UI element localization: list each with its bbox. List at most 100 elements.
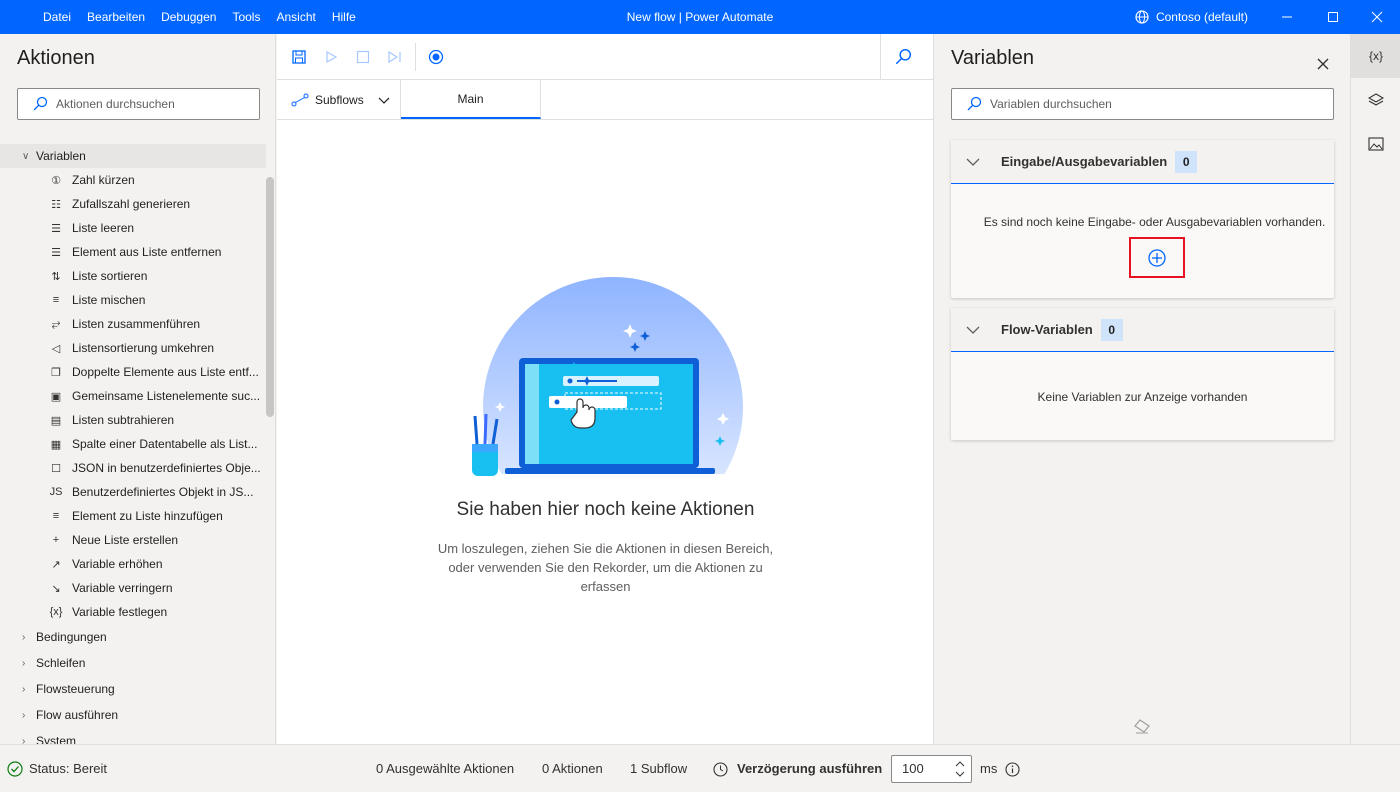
variables-icon: {x} xyxy=(1368,49,1383,63)
flow-variables-empty: Keine Variablen zur Anzeige vorhanden xyxy=(1037,390,1248,404)
maximize-button[interactable] xyxy=(1310,0,1356,34)
minimize-button[interactable] xyxy=(1264,0,1310,34)
tab-main[interactable]: Main xyxy=(401,80,541,119)
action-item-label: Zufallszahl generieren xyxy=(72,197,191,211)
action-item[interactable]: {x} Variable festlegen xyxy=(0,600,266,624)
action-item-label: Variable verringern xyxy=(72,581,173,595)
action-item[interactable]: JS Benutzerdefiniertes Objekt in JS... xyxy=(0,480,266,504)
delay-unit: ms xyxy=(980,761,998,776)
close-icon xyxy=(1371,11,1383,23)
run-button[interactable] xyxy=(315,41,347,73)
common-icon: ▣ xyxy=(50,390,62,403)
action-item-label: Element aus Liste entfernen xyxy=(72,245,222,259)
close-window-button[interactable] xyxy=(1354,0,1400,34)
action-item[interactable]: ☷ Zufallszahl generieren xyxy=(0,192,266,216)
action-item[interactable]: ↗ Variable erhöhen xyxy=(0,552,266,576)
action-item-label: Listensortierung umkehren xyxy=(72,341,215,355)
action-item-label: JSON in benutzerdefiniertes Obje... xyxy=(72,461,261,475)
action-item[interactable]: ☰ Liste leeren xyxy=(0,216,266,240)
action-item[interactable]: ▤ Listen subtrahieren xyxy=(0,408,266,432)
variables-search-input[interactable]: Variablen durchsuchen xyxy=(951,88,1334,120)
menu-tools[interactable]: Tools xyxy=(224,0,268,34)
flow-toolbar xyxy=(277,34,933,80)
decrease-icon: ↘ xyxy=(51,582,61,595)
rail-images-button[interactable] xyxy=(1351,122,1400,166)
actions-scrollbar[interactable] xyxy=(266,177,274,417)
menu-ansicht[interactable]: Ansicht xyxy=(268,0,323,34)
action-item[interactable]: ◁ Listensortierung umkehren xyxy=(0,336,266,360)
minimize-icon xyxy=(1282,16,1292,18)
stop-button[interactable] xyxy=(347,41,379,73)
menu-datei[interactable]: Datei xyxy=(35,0,79,34)
search-icon xyxy=(967,96,982,111)
variables-title: Variablen xyxy=(951,47,1035,69)
record-button[interactable] xyxy=(420,41,452,73)
image-icon xyxy=(1368,137,1384,151)
rail-ui-elements-button[interactable] xyxy=(1351,78,1400,122)
action-item[interactable]: ↘ Variable verringern xyxy=(0,576,266,600)
action-item[interactable]: ▦ Spalte einer Datentabelle als List... xyxy=(0,432,266,456)
save-button[interactable] xyxy=(283,41,315,73)
category-system[interactable]: › System xyxy=(0,728,266,744)
step-button[interactable] xyxy=(379,41,411,73)
action-item-label: Liste leeren xyxy=(72,221,135,235)
action-item-label: Neue Liste erstellen xyxy=(72,533,179,547)
close-variables-button[interactable] xyxy=(1309,50,1337,78)
reverse-icon: ◁ xyxy=(51,342,61,355)
category-label: Flowsteuerung xyxy=(36,682,115,696)
empty-state-title: Sie haben hier noch keine Aktionen xyxy=(456,499,755,520)
subflows-dropdown[interactable]: Subflows xyxy=(277,80,401,119)
flow-canvas: Subflows Main Sie haben hier noch keine … xyxy=(277,34,934,744)
empty-state-description: Um loszulegen, ziehen Sie die Aktionen i… xyxy=(437,541,774,594)
action-item[interactable]: ☐ JSON in benutzerdefiniertes Obje... xyxy=(0,456,266,480)
action-item[interactable]: ⇅ Liste sortieren xyxy=(0,264,266,288)
subflow-count: 1 Subflow xyxy=(630,761,688,776)
delay-input[interactable]: 100 xyxy=(891,755,972,783)
number-icon: ① xyxy=(51,174,61,187)
action-item[interactable]: ≡ Element zu Liste hinzufügen xyxy=(0,504,266,528)
variable-icon: {x} xyxy=(49,606,63,618)
category-label: Bedingungen xyxy=(36,630,107,644)
action-item-label: Listen zusammenführen xyxy=(72,317,201,331)
action-item-label: Variable erhöhen xyxy=(72,557,163,571)
action-item[interactable]: ① Zahl kürzen xyxy=(0,168,266,192)
action-item[interactable]: ≡ Liste mischen xyxy=(0,288,266,312)
eraser-button[interactable] xyxy=(1133,718,1151,737)
actions-search-input[interactable]: Aktionen durchsuchen xyxy=(17,88,260,120)
menu-hilfe[interactable]: Hilfe xyxy=(324,0,364,34)
info-icon[interactable] xyxy=(1005,762,1020,777)
stop-icon xyxy=(356,50,370,63)
check-circle-icon xyxy=(7,761,23,777)
variables-pane: Variablen Variablen durchsuchen Eingabe/… xyxy=(935,34,1350,744)
layers-icon xyxy=(1368,93,1384,106)
json-icon: ☐ xyxy=(51,462,61,475)
category-flowsteuerung[interactable]: › Flowsteuerung xyxy=(0,676,266,702)
category-bedingungen[interactable]: › Bedingungen xyxy=(0,624,266,650)
environment-picker[interactable]: Contoso (default) xyxy=(1134,0,1248,34)
rail-variables-button[interactable]: {x} xyxy=(1351,34,1400,78)
category-variablen[interactable]: ∨ Variablen xyxy=(0,144,266,168)
action-item[interactable]: + Neue Liste erstellen xyxy=(0,528,266,552)
sort-icon: ⇅ xyxy=(51,270,61,283)
chevron-down-icon xyxy=(966,158,980,166)
category-flow-ausfuehren[interactable]: › Flow ausführen xyxy=(0,702,266,728)
chevron-down-icon xyxy=(378,97,390,104)
action-item[interactable]: ❐ Doppelte Elemente aus Liste entf... xyxy=(0,360,266,384)
shuffle-icon: ≡ xyxy=(52,294,60,306)
menu-debuggen[interactable]: Debuggen xyxy=(153,0,224,34)
status-bar: Status: Bereit 0 Ausgewählte Aktionen 0 … xyxy=(0,744,1400,792)
flow-variables-count: 0 xyxy=(1100,318,1123,341)
action-item[interactable]: ⥂ Listen zusammenführen xyxy=(0,312,266,336)
action-item[interactable]: ▣ Gemeinsame Listenelemente suc... xyxy=(0,384,266,408)
io-variables-header[interactable]: Eingabe/Ausgabevariablen 0 xyxy=(951,140,1334,184)
js-icon: JS xyxy=(49,486,63,498)
action-item-label: Zahl kürzen xyxy=(72,173,135,187)
canvas-search-button[interactable] xyxy=(887,41,919,73)
step-icon xyxy=(388,50,401,63)
flow-variables-header[interactable]: Flow-Variablen 0 xyxy=(951,308,1334,352)
category-schleifen[interactable]: › Schleifen xyxy=(0,650,266,676)
menu-bearbeiten[interactable]: Bearbeiten xyxy=(79,0,153,34)
merge-icon: ⥂ xyxy=(51,317,61,330)
add-io-variable-button[interactable] xyxy=(1129,237,1185,278)
action-item[interactable]: ☰ Element aus Liste entfernen xyxy=(0,240,266,264)
